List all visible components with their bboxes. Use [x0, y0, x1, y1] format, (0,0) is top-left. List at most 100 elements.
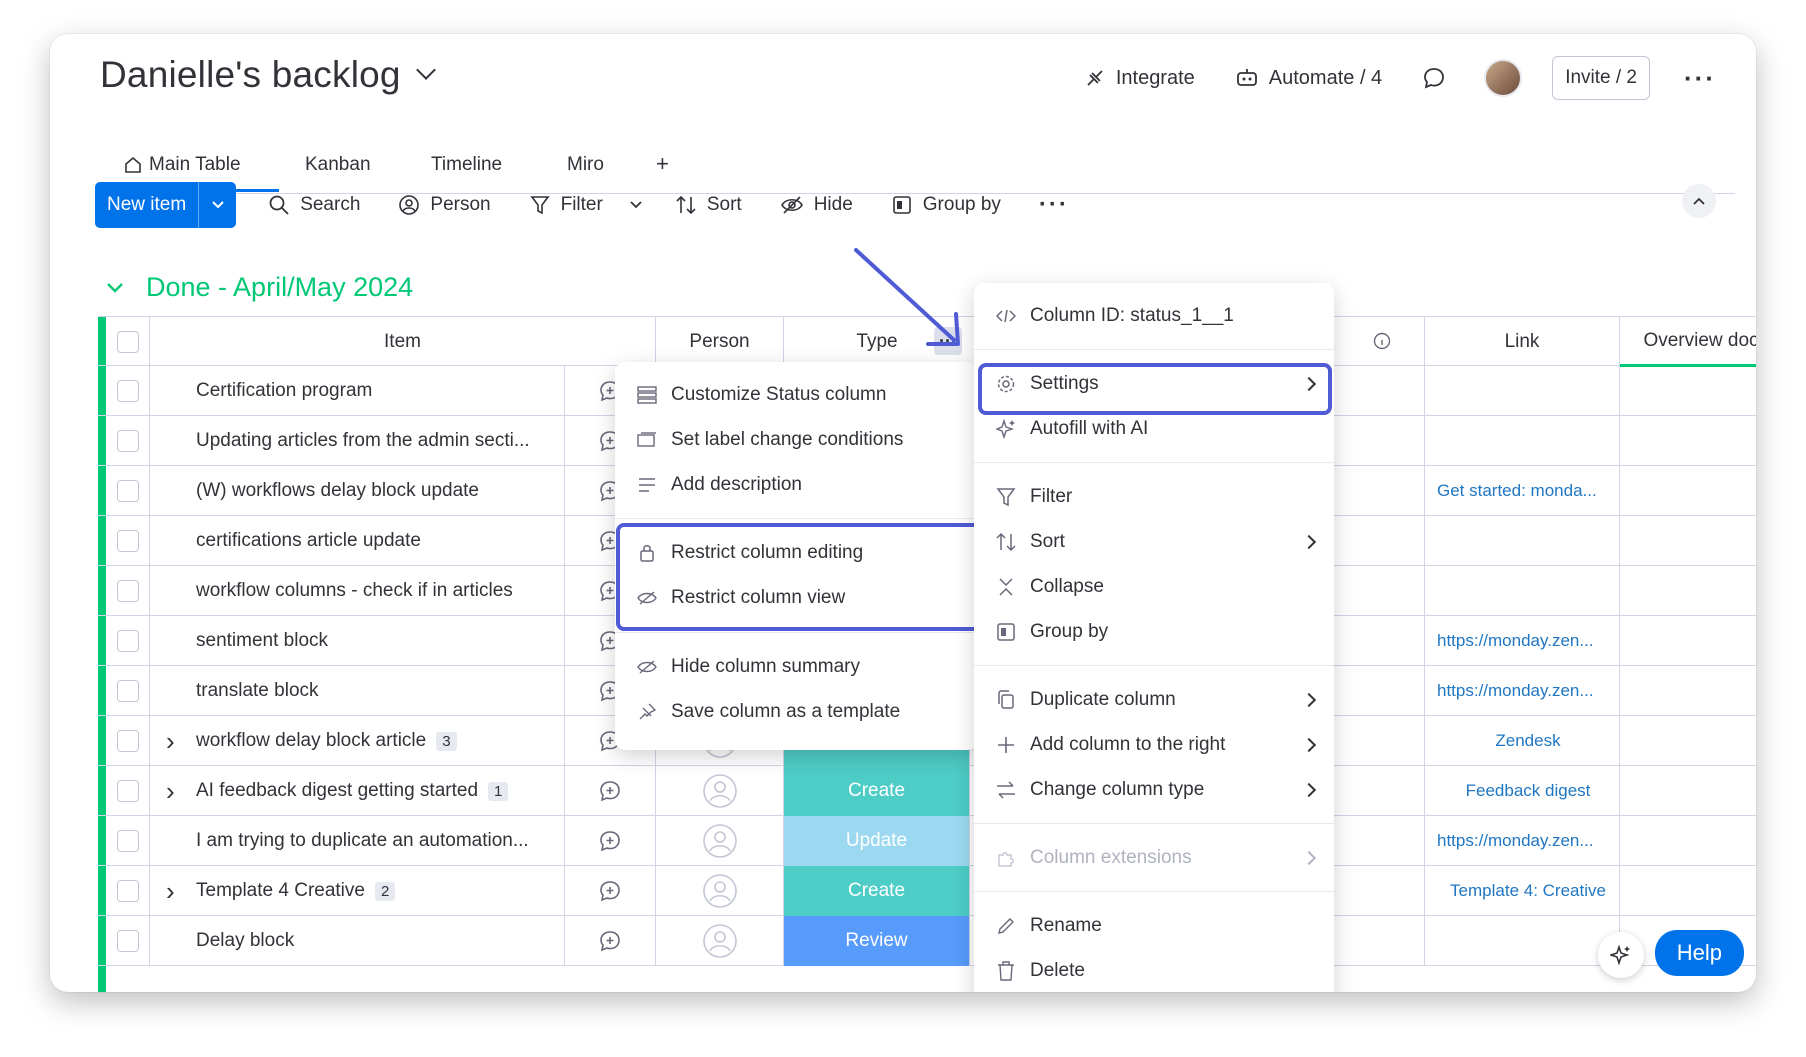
link-cell[interactable]: Zendesk	[1424, 716, 1620, 766]
menu-item-add-column-right[interactable]: Add column to the right	[974, 734, 1334, 756]
item-name[interactable]: sentiment block	[196, 630, 328, 652]
item-name[interactable]: Delay block	[196, 930, 294, 952]
invite-button[interactable]: Invite / 2	[1552, 56, 1651, 100]
link-cell[interactable]: https://monday.zen...	[1424, 666, 1620, 716]
menu-item-delete[interactable]: Delete	[974, 960, 1334, 982]
menu-item-save-template[interactable]: Save column as a template	[615, 701, 977, 723]
item-name[interactable]: translate block	[196, 680, 319, 702]
updates-cell[interactable]	[565, 816, 656, 866]
link-cell[interactable]	[1424, 416, 1620, 466]
overview-doc-cell[interactable]	[1620, 816, 1756, 866]
row-checkbox[interactable]	[116, 880, 139, 902]
item-name-cell[interactable]: (W) workflows delay block update	[150, 466, 565, 516]
ai-assistant-button[interactable]	[1598, 932, 1644, 978]
item-name[interactable]: Template 4 Creative	[196, 880, 365, 902]
integrate-button[interactable]: Integrate	[1084, 67, 1195, 90]
expand-subitems-icon[interactable]: ›	[166, 726, 175, 757]
more-options-icon[interactable]: ···	[1684, 63, 1716, 94]
add-view-button[interactable]: +	[656, 151, 669, 177]
table-row[interactable]: › AI feedback digest getting started 1 Crea…	[98, 766, 1756, 816]
row-checkbox[interactable]	[116, 580, 139, 602]
row-checkbox[interactable]	[116, 530, 139, 552]
row-checkbox[interactable]	[116, 430, 139, 452]
person-cell[interactable]	[656, 916, 784, 966]
row-checkbox[interactable]	[116, 380, 139, 402]
overview-doc-cell[interactable]	[1620, 566, 1756, 616]
row-checkbox[interactable]	[116, 680, 139, 702]
collapse-header-button[interactable]	[1682, 184, 1716, 218]
link-cell[interactable]: https://monday.zen...	[1424, 616, 1620, 666]
row-checkbox[interactable]	[116, 480, 139, 502]
menu-item-label-conditions[interactable]: Set label change conditions	[615, 429, 977, 451]
column-id-item[interactable]: Column ID: status_1__1	[974, 305, 1334, 327]
item-name[interactable]: Certification program	[196, 380, 372, 402]
item-name[interactable]: certifications article update	[196, 530, 421, 552]
column-header-item[interactable]: Item	[150, 317, 656, 367]
menu-item-duplicate-column[interactable]: Duplicate column	[974, 689, 1334, 711]
updates-cell[interactable]	[565, 766, 656, 816]
tab-miro[interactable]: Miro	[567, 154, 604, 176]
item-name[interactable]: workflow delay block article	[196, 730, 426, 752]
item-name-cell[interactable]: Certification program	[150, 366, 565, 416]
menu-item-hide-summary[interactable]: Hide column summary	[615, 656, 977, 678]
item-name-cell[interactable]: Delay block	[150, 916, 565, 966]
search-button[interactable]: Search	[268, 194, 360, 216]
overview-doc-cell[interactable]	[1620, 466, 1756, 516]
person-cell[interactable]	[656, 766, 784, 816]
item-name-cell[interactable]: translate block	[150, 666, 565, 716]
add-update-icon[interactable]	[598, 929, 622, 953]
item-name-cell[interactable]: › Template 4 Creative 2	[150, 866, 565, 916]
updates-cell[interactable]	[565, 916, 656, 966]
item-name[interactable]: I am trying to duplicate an automation..…	[196, 830, 529, 852]
overview-doc-cell[interactable]	[1620, 716, 1756, 766]
overview-doc-cell[interactable]	[1620, 416, 1756, 466]
row-checkbox[interactable]	[116, 830, 139, 852]
sort-button[interactable]: Sort	[675, 194, 742, 216]
select-all-checkbox[interactable]	[116, 331, 139, 353]
overview-doc-cell[interactable]	[1620, 766, 1756, 816]
row-checkbox[interactable]	[116, 730, 139, 752]
menu-item-customize-status[interactable]: Customize Status column	[615, 384, 977, 406]
row-checkbox[interactable]	[116, 780, 139, 802]
expand-subitems-icon[interactable]: ›	[166, 876, 175, 907]
menu-item-change-column-type[interactable]: Change column type	[974, 779, 1334, 801]
item-name-cell[interactable]: Updating articles from the admin secti..…	[150, 416, 565, 466]
new-item-button[interactable]: New item	[95, 182, 237, 228]
overview-doc-cell[interactable]	[1620, 516, 1756, 566]
row-checkbox[interactable]	[116, 630, 139, 652]
link-cell[interactable]	[1424, 366, 1620, 416]
link-cell[interactable]	[1424, 566, 1620, 616]
menu-item-sort[interactable]: Sort	[974, 531, 1334, 553]
chevron-down-icon[interactable]	[629, 200, 643, 210]
status-cell[interactable]: Update	[784, 816, 970, 866]
item-name-cell[interactable]: › AI feedback digest getting started 1	[150, 766, 565, 816]
item-name-cell[interactable]: sentiment block	[150, 616, 565, 666]
chevron-down-icon[interactable]	[106, 282, 124, 294]
row-checkbox[interactable]	[116, 930, 139, 952]
updates-button[interactable]	[1422, 66, 1446, 90]
help-button[interactable]: Help	[1654, 930, 1744, 976]
item-name[interactable]: Updating articles from the admin secti..…	[196, 430, 530, 452]
add-update-icon[interactable]	[598, 779, 622, 803]
filter-button[interactable]: Filter	[529, 194, 643, 216]
more-toolbar-icon[interactable]: ···	[1039, 191, 1069, 219]
tab-timeline[interactable]: Timeline	[431, 154, 502, 176]
menu-item-group-by[interactable]: Group by	[974, 621, 1334, 643]
menu-item-rename[interactable]: Rename	[974, 915, 1334, 937]
new-item-dropdown[interactable]	[198, 182, 236, 228]
column-header-link[interactable]: Link	[1424, 317, 1620, 367]
hide-button[interactable]: Hide	[780, 194, 853, 216]
table-row[interactable]: I am trying to duplicate an automation..…	[98, 816, 1756, 866]
item-name-cell[interactable]: workflow columns - check if in articles	[150, 566, 565, 616]
group-by-button[interactable]: Group by	[891, 194, 1001, 216]
item-name-cell[interactable]: I am trying to duplicate an automation..…	[150, 816, 565, 866]
table-row[interactable]: › Template 4 Creative 2 Create Template 4: C…	[98, 866, 1756, 916]
board-title[interactable]: Danielle's backlog	[100, 54, 436, 96]
link-cell[interactable]	[1424, 516, 1620, 566]
menu-item-column-extensions[interactable]: Column extensions	[974, 847, 1334, 869]
column-header-person[interactable]: Person	[656, 317, 784, 367]
automate-button[interactable]: Automate / 4	[1235, 67, 1382, 90]
item-name[interactable]: (W) workflows delay block update	[196, 480, 479, 502]
updates-cell[interactable]	[565, 866, 656, 916]
status-cell[interactable]: Create	[784, 866, 970, 916]
